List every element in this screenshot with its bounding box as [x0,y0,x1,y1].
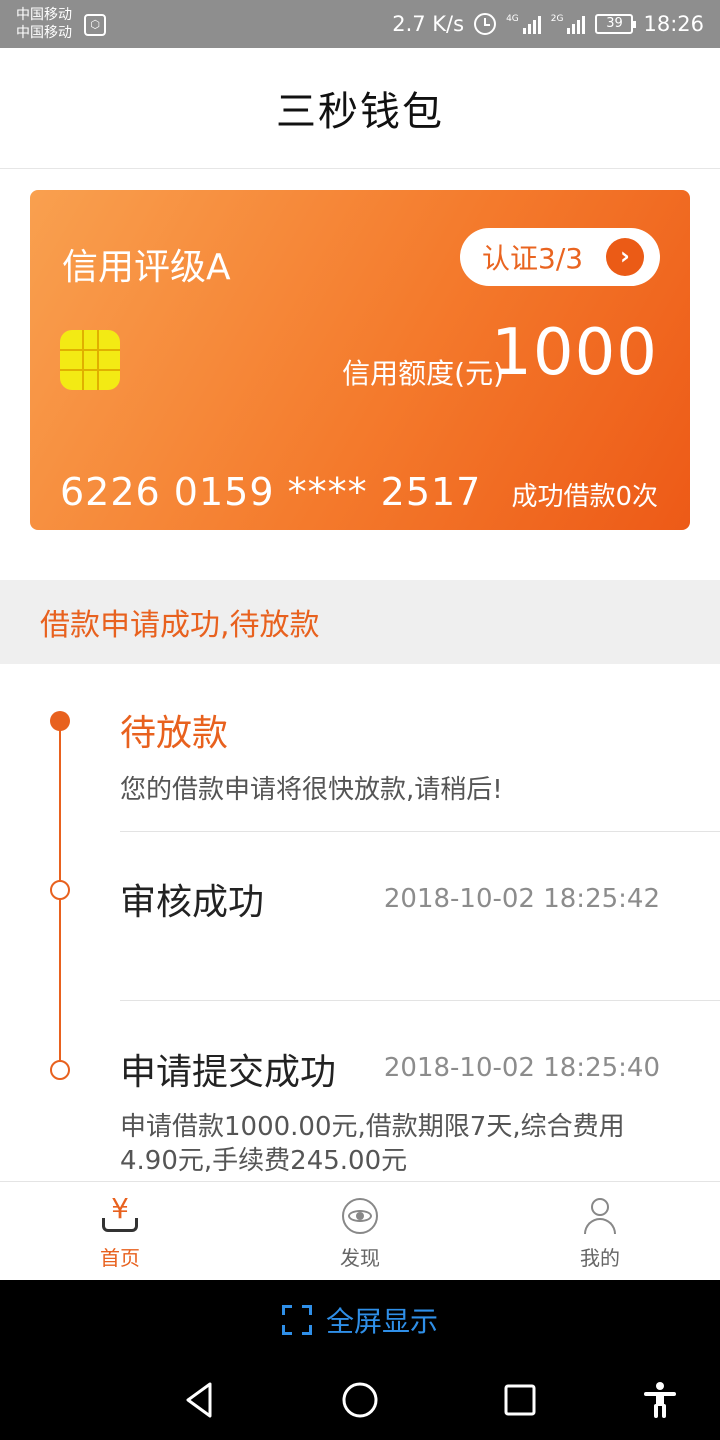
timeline-dot [50,1060,70,1080]
battery-icon: 39 [595,14,637,34]
clock: 18:26 [643,12,704,36]
app-header: 三秒钱包 [0,48,720,169]
bottom-nav: ¥ 首页 发现 我的 [0,1181,720,1280]
carrier-2: 中国移动 [16,25,72,41]
nav-item-mine[interactable]: 我的 [480,1182,720,1280]
step-title-pending: 待放款 [120,713,229,754]
home-circle-icon[interactable] [340,1380,380,1420]
nav-label-discover: 发现 [340,1246,380,1270]
auth-progress-label: 认证3/3 [482,242,584,275]
timeline-dot-current [50,711,70,731]
step-time-approved: 2018-10-02 18:25:42 [383,884,660,914]
recents-square-icon[interactable] [500,1380,540,1420]
divider [120,831,720,832]
loan-status-banner: 借款申请成功,待放款 [0,580,720,664]
status-right: 2.7 K/s 4G 2G 39 18:26 [392,10,704,38]
carrier-names: 中国移动 中国移动 [16,6,72,42]
chevron-right-icon: › [606,238,644,276]
step-time-submitted: 2018-10-02 18:25:40 [383,1053,660,1083]
fullscreen-label: 全屏显示 [325,1305,438,1338]
nav-label-mine: 我的 [580,1246,620,1270]
borrow-count: 成功借款0次 [511,482,658,512]
card-number: 6226 0159 **** 2517 [60,470,482,514]
network-type-1: 4G [506,14,519,24]
status-bar: 中国移动 中国移动 ⬡ 2.7 K/s 4G 2G 39 18:26 [0,0,720,48]
step-desc-submitted-line2: 4.90元,手续费245.00元 [120,1146,408,1176]
expand-icon [281,1305,312,1335]
hd-icon: ⬡ [84,14,106,36]
back-icon[interactable] [180,1380,220,1420]
carrier-1: 中国移动 [16,7,72,23]
card-chip-icon [60,330,120,390]
step-title-submitted: 申请提交成功 [120,1052,337,1093]
yen-tray-icon: ¥ [100,1192,140,1236]
credit-limit-label: 信用额度(元) [342,357,504,390]
credit-card: 信用评级A 认证3/3 › 信用额度(元) 1000 6226 0159 ***… [30,190,690,530]
credit-grade: 信用评级A [62,247,231,288]
eye-icon [340,1196,380,1236]
timeline-dot [50,880,70,900]
divider [120,1000,720,1001]
signal-icon-2: 2G [551,14,586,34]
step-title-approved: 审核成功 [120,882,265,923]
nav-item-home[interactable]: ¥ 首页 [0,1182,240,1280]
page-title: 三秒钱包 [276,89,444,135]
system-nav-bar [0,1360,720,1440]
fullscreen-button[interactable]: 全屏显示 [0,1280,720,1360]
nav-item-discover[interactable]: 发现 [240,1182,480,1280]
signal-icon-1: 4G [506,14,541,34]
alarm-icon [474,13,497,35]
user-icon [580,1196,620,1236]
step-desc-submitted-line1: 申请借款1000.00元,借款期限7天,综合费用 [120,1112,625,1142]
credit-limit-value: 1000 [491,316,658,390]
auth-progress-button[interactable]: 认证3/3 › [460,228,660,286]
network-speed: 2.7 K/s [392,12,465,36]
nav-label-home: 首页 [100,1246,140,1270]
network-type-2: 2G [550,14,564,24]
step-desc-pending: 您的借款申请将很快放款,请稍后! [120,775,503,805]
accessibility-icon[interactable] [640,1380,680,1420]
loan-status-text: 借款申请成功,待放款 [40,608,320,643]
